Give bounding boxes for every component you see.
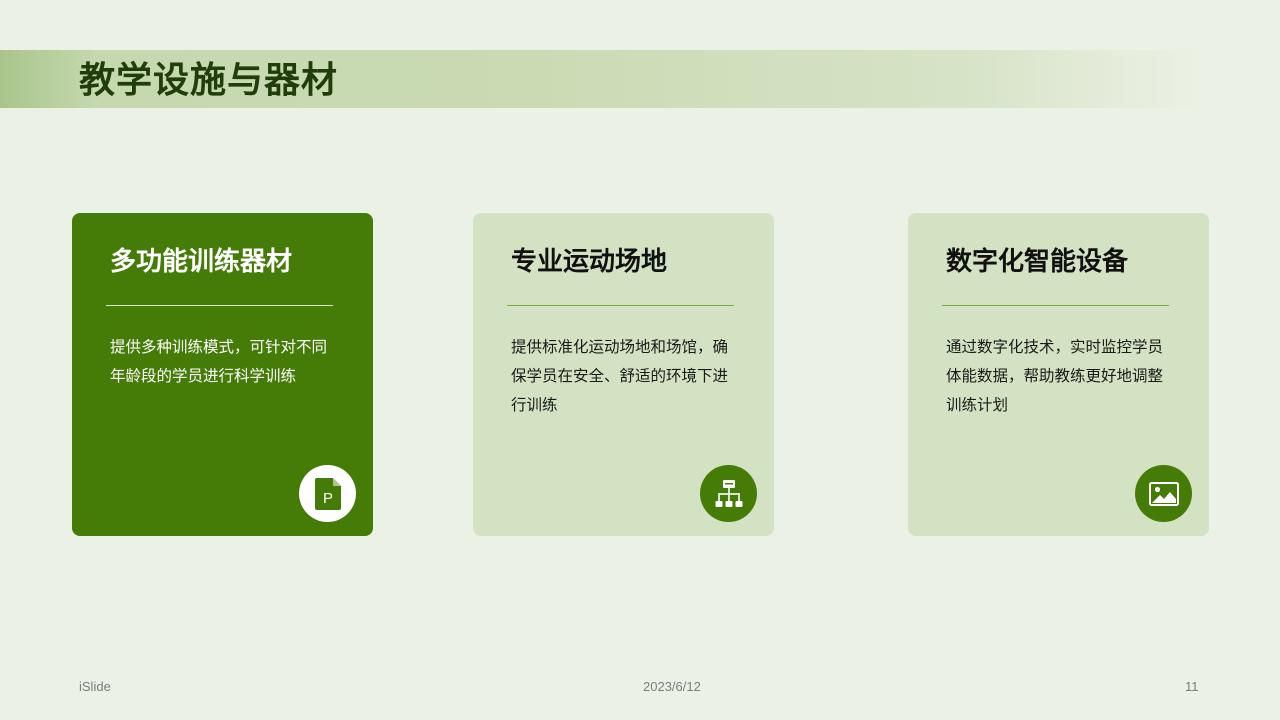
document-p-icon-glyph: P	[314, 477, 341, 510]
card-description: 通过数字化技术，实时监控学员体能数据，帮助教练更好地调整训练计划	[946, 338, 1164, 414]
card-description: 提供标准化运动场地和场馆，确保学员在安全、舒适的环境下进行训练	[511, 338, 729, 414]
footer-date: 2023/6/12	[643, 679, 701, 694]
card-description: 提供多种训练模式，可针对不同年龄段的学员进行科学训练	[110, 338, 328, 385]
sitemap-icon-glyph	[715, 479, 742, 507]
card-divider	[507, 305, 734, 306]
card-digital-smart-devices[interactable]: 数字化智能设备 通过数字化技术，实时监控学员体能数据，帮助教练更好地调整训练计划	[908, 213, 1209, 536]
image-icon-glyph	[1148, 481, 1179, 506]
card-title: 数字化智能设备	[946, 247, 1129, 277]
page-title: 教学设施与器材	[79, 60, 339, 101]
card-professional-venue[interactable]: 专业运动场地 提供标准化运动场地和场馆，确保学员在安全、舒适的环境下进行训练	[473, 213, 774, 536]
document-p-icon[interactable]: P	[299, 465, 356, 522]
card-divider	[942, 305, 1169, 306]
card-title: 专业运动场地	[511, 247, 668, 277]
image-icon[interactable]	[1135, 465, 1192, 522]
sitemap-icon[interactable]	[700, 465, 757, 522]
card-divider	[106, 305, 333, 306]
footer-page-number: 11	[1185, 679, 1199, 694]
card-multifunction-equipment[interactable]: 多功能训练器材 提供多种训练模式，可针对不同年龄段的学员进行科学训练 P	[72, 213, 373, 536]
card-title: 多功能训练器材	[110, 247, 293, 277]
svg-text:P: P	[322, 490, 332, 507]
footer-brand: iSlide	[79, 679, 111, 694]
slide: 教学设施与器材 多功能训练器材 提供多种训练模式，可针对不同年龄段的学员进行科学…	[0, 0, 1280, 720]
